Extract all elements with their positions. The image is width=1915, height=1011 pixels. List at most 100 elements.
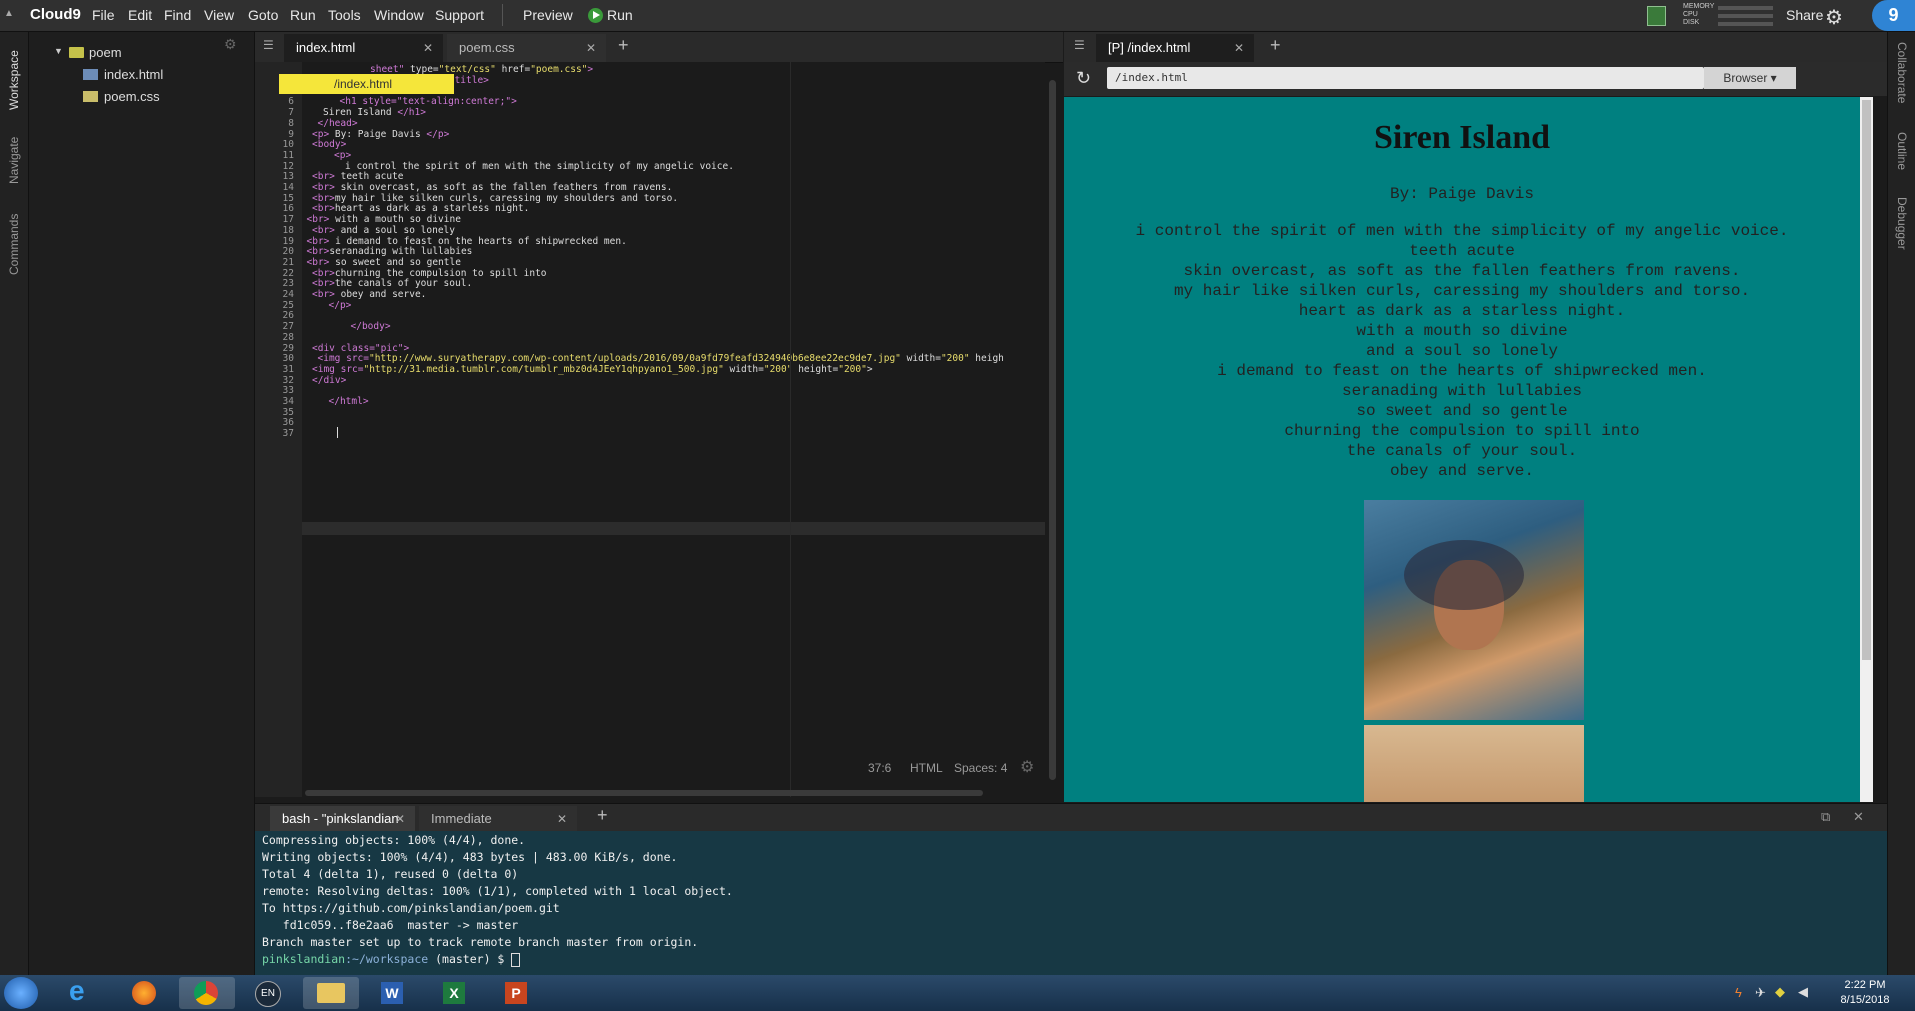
language-mode[interactable]: HTML <box>910 761 943 775</box>
line-number: 26 <box>282 310 294 322</box>
tree-settings-gear-icon[interactable]: ⚙ <box>224 36 237 53</box>
new-tab-plus-icon[interactable]: + <box>618 35 629 56</box>
menu-tools[interactable]: Tools <box>328 7 361 23</box>
code-line: <div class="pic"> <box>312 342 410 354</box>
word-icon[interactable]: W <box>365 977 421 1009</box>
code-editor[interactable]: sheet" type="text/css" href="poem.css"> <… <box>302 62 1045 797</box>
editor-settings-gear-icon[interactable]: ⚙ <box>1020 757 1034 777</box>
tree-file-poem-css[interactable]: poem.css <box>104 89 160 104</box>
cpu-label: CPU <box>1683 11 1698 18</box>
outline-tab[interactable]: Outline <box>1895 132 1909 170</box>
folder-expand-icon[interactable]: ▼ <box>54 46 63 56</box>
terminal[interactable]: Compressing objects: 100% (4/4), done. W… <box>255 831 1887 975</box>
poem-line: i demand to feast on the hearts of shipw… <box>1217 362 1707 380</box>
close-icon[interactable]: ✕ <box>395 806 405 832</box>
preview-url-input[interactable]: /index.html <box>1107 67 1704 89</box>
menu-support[interactable]: Support <box>435 7 484 23</box>
poem-line: with a mouth so divine <box>1356 322 1568 340</box>
terminal-line: Branch master set up to track remote bra… <box>262 935 699 949</box>
code-line: <br> obey and serve. <box>312 289 427 300</box>
tab-immediate[interactable]: Immediate ✕ <box>419 806 577 832</box>
code-line: i control the spirit of men with the sim… <box>345 160 734 172</box>
menu-view[interactable]: View <box>204 7 234 23</box>
code-line: <br> teeth acute <box>312 171 404 183</box>
workspace-tab[interactable]: Workspace <box>7 50 21 110</box>
security-tray-icon[interactable]: ◆ <box>1775 984 1785 1000</box>
restore-icon[interactable]: ⧉ <box>1821 809 1830 825</box>
close-icon[interactable]: ✕ <box>586 34 596 62</box>
new-tab-plus-icon[interactable]: + <box>1270 35 1281 56</box>
menu-edit[interactable]: Edit <box>128 7 152 23</box>
excel-icon[interactable]: X <box>427 977 483 1009</box>
menu-run[interactable]: Run <box>290 7 316 23</box>
sirens-image <box>1364 725 1584 802</box>
debugger-tab[interactable]: Debugger <box>1895 197 1909 250</box>
run-icon[interactable] <box>588 8 603 23</box>
run-button[interactable]: Run <box>607 7 633 23</box>
close-icon[interactable]: ✕ <box>557 806 567 832</box>
chrome-icon[interactable] <box>179 977 235 1009</box>
menu-goto[interactable]: Goto <box>248 7 278 23</box>
commands-tab[interactable]: Commands <box>7 214 21 275</box>
file-tree: ▼ poem index.html poem.css ⚙ <box>29 32 255 975</box>
cloud9-badge[interactable]: 9 <box>1872 0 1915 31</box>
preview-scroll-thumb[interactable] <box>1862 100 1871 660</box>
code-line: </body> <box>350 321 391 333</box>
tree-file-index[interactable]: index.html <box>104 67 163 82</box>
close-panel-icon[interactable]: ✕ <box>1853 809 1864 825</box>
avatar[interactable] <box>1647 6 1666 26</box>
poem-line: and a soul so lonely <box>1365 342 1559 360</box>
browser-dropdown[interactable]: Browser ▾ <box>1704 67 1796 89</box>
disk-meter <box>1718 22 1773 26</box>
clock-time: 2:22 PM <box>1844 979 1886 991</box>
memory-label: MEMORY <box>1683 3 1715 10</box>
settings-gear-icon[interactable]: ⚙ <box>1825 5 1843 30</box>
menu-window[interactable]: Window <box>374 7 424 23</box>
firefox-icon[interactable] <box>117 977 173 1009</box>
start-button-icon[interactable] <box>4 977 38 1009</box>
flash-tray-icon[interactable]: ϟ <box>1735 985 1742 1000</box>
terminal-line: remote: Resolving deltas: 100% (1/1), co… <box>262 884 733 898</box>
language-indicator[interactable]: EN <box>241 977 297 1009</box>
tab-menu-icon[interactable]: ☰ <box>1074 38 1085 52</box>
prompt-user: pinkslandian <box>262 952 346 966</box>
code-line: Siren Island </h1> <box>323 107 426 119</box>
left-panel-rail: Workspace Navigate Commands <box>0 32 29 975</box>
tab-menu-icon[interactable]: ☰ <box>263 38 274 52</box>
tree-folder-poem[interactable]: poem <box>89 45 122 60</box>
collapse-icon[interactable]: ▲ <box>4 8 14 19</box>
code-line: <br>heart as dark as a starless night. <box>312 203 530 215</box>
preview-button[interactable]: Preview <box>523 7 573 23</box>
close-icon[interactable]: ✕ <box>1234 34 1244 62</box>
cursor-position[interactable]: 37:6 <box>868 761 891 775</box>
system-clock[interactable]: 2:22 PM 8/15/2018 <box>1825 978 1905 1008</box>
network-tray-icon[interactable]: ✈ <box>1755 985 1766 1001</box>
line-number: 19 <box>282 235 294 247</box>
navigate-tab[interactable]: Navigate <box>7 137 21 184</box>
tab-bash[interactable]: bash - "pinkslandian· ✕ <box>270 806 415 832</box>
tab-poem-css[interactable]: poem.css ✕ <box>447 34 606 62</box>
indent-setting[interactable]: Spaces: 4 <box>954 761 1007 775</box>
collaborate-tab[interactable]: Collaborate <box>1895 42 1909 103</box>
menu-find[interactable]: Find <box>164 7 191 23</box>
tab-index-html[interactable]: index.html ✕ <box>284 34 443 62</box>
volume-tray-icon[interactable]: ◀ <box>1798 984 1808 1000</box>
menu-file[interactable]: File <box>92 7 115 23</box>
share-button[interactable]: Share <box>1786 7 1823 23</box>
cloud9-logo[interactable]: Cloud9 <box>30 6 81 23</box>
code-line: <body> <box>312 139 347 151</box>
line-number: 37 <box>282 428 294 440</box>
line-number: 25 <box>282 299 294 311</box>
close-icon[interactable]: ✕ <box>423 34 433 62</box>
file-explorer-icon[interactable] <box>303 977 359 1009</box>
editor-vertical-scrollbar[interactable] <box>1049 80 1056 780</box>
new-tab-plus-icon[interactable]: + <box>597 805 608 826</box>
code-line: </div> <box>312 374 347 386</box>
powerpoint-icon[interactable]: P <box>489 977 545 1009</box>
ie-icon[interactable]: e <box>55 975 111 1009</box>
line-number: 21 <box>282 256 294 268</box>
code-line: <br>the canals of your soul. <box>312 278 473 290</box>
editor-horizontal-scrollbar[interactable] <box>305 790 983 796</box>
refresh-icon[interactable]: ↻ <box>1076 68 1091 89</box>
tab-preview-index[interactable]: [P] /index.html ✕ <box>1096 34 1254 62</box>
